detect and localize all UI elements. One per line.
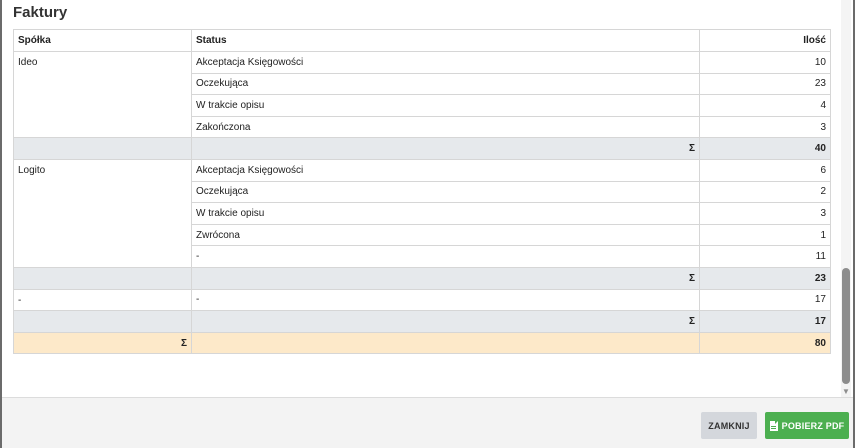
subtotal-value: 23	[699, 266, 831, 290]
subtotal-sigma: Σ	[191, 137, 700, 160]
count-cell: 3	[699, 115, 831, 139]
invoices-table: Spółka Status Ilość Ideo Akceptacja Księg…	[13, 29, 831, 355]
count-cell: 11	[699, 245, 831, 268]
subtotal-empty-cell	[13, 266, 192, 290]
count-cell: 10	[699, 51, 831, 74]
count-cell: 17	[699, 288, 831, 312]
company-cell: -	[13, 288, 192, 312]
count-cell: 3	[699, 202, 831, 225]
table-row: - -17	[13, 288, 831, 312]
company-cell: Logito	[13, 158, 192, 268]
download-pdf-button[interactable]: POBIERZ PDF	[765, 412, 849, 439]
status-cell: Akceptacja Księgowości	[191, 158, 700, 182]
pdf-file-icon	[769, 420, 778, 431]
count-cell: 4	[699, 94, 831, 117]
subtotal-row: Σ 17	[13, 310, 831, 333]
status-cell: -	[191, 288, 700, 312]
status-cell: Oczekująca	[191, 72, 700, 96]
subtotal-empty-cell	[13, 310, 192, 333]
count-cell: 23	[699, 72, 831, 96]
header-status: Status	[191, 29, 700, 52]
subtotal-sigma: Σ	[191, 266, 700, 290]
table-body: Ideo Akceptacja Księgowości 10 Oczekująca 23…	[13, 50, 831, 355]
header-company: Spółka	[13, 29, 192, 52]
status-cell: Oczekująca	[191, 180, 700, 204]
table-header-row: Spółka Status Ilość	[13, 29, 831, 52]
header-count: Ilość	[699, 29, 831, 52]
grand-total-row: Σ 80	[13, 331, 831, 355]
status-cell: W trakcie opisu	[191, 202, 700, 225]
status-cell: Zwrócona	[191, 223, 700, 247]
count-cell: 6	[699, 158, 831, 182]
close-button[interactable]: ZAMKNIJ	[701, 412, 757, 439]
subtotal-sigma: Σ	[191, 310, 700, 333]
status-cell: Akceptacja Księgowości	[191, 51, 700, 74]
dialog-footer: ZAMKNIJ POBIERZ PDF	[2, 397, 853, 448]
scroll-down-arrow-icon[interactable]: ▼	[841, 387, 851, 397]
count-cell: 2	[699, 180, 831, 204]
subtotal-empty-cell	[13, 137, 192, 160]
status-cell: Zakończona	[191, 115, 700, 139]
subtotal-row: Σ 23	[13, 266, 831, 290]
download-pdf-label: POBIERZ PDF	[781, 420, 845, 431]
grand-total-value: 80	[699, 331, 831, 355]
grand-total-empty-cell	[191, 331, 700, 355]
table-row: Ideo Akceptacja Księgowości 10	[13, 50, 831, 139]
status-cell: W trakcie opisu	[191, 94, 700, 117]
count-cell: 1	[699, 223, 831, 247]
grand-total-sigma: Σ	[13, 331, 192, 355]
table-row: Logito Akceptacja Księgowości 6	[13, 158, 831, 268]
scrollbar-thumb[interactable]	[842, 268, 850, 384]
company-cell: Ideo	[13, 50, 192, 139]
subtotal-value: 40	[699, 137, 831, 160]
status-cell: -	[191, 245, 700, 268]
vertical-scrollbar[interactable]: ▼	[841, 0, 851, 397]
dialog-title: Faktury	[13, 4, 68, 21]
subtotal-value: 17	[699, 310, 831, 333]
subtotal-row: Σ 40	[13, 137, 831, 160]
invoices-dialog: Faktury Spółka Status Ilość Ideo Akceptac…	[2, 0, 853, 448]
invoices-table-container: Spółka Status Ilość Ideo Akceptacja Księg…	[13, 29, 831, 355]
